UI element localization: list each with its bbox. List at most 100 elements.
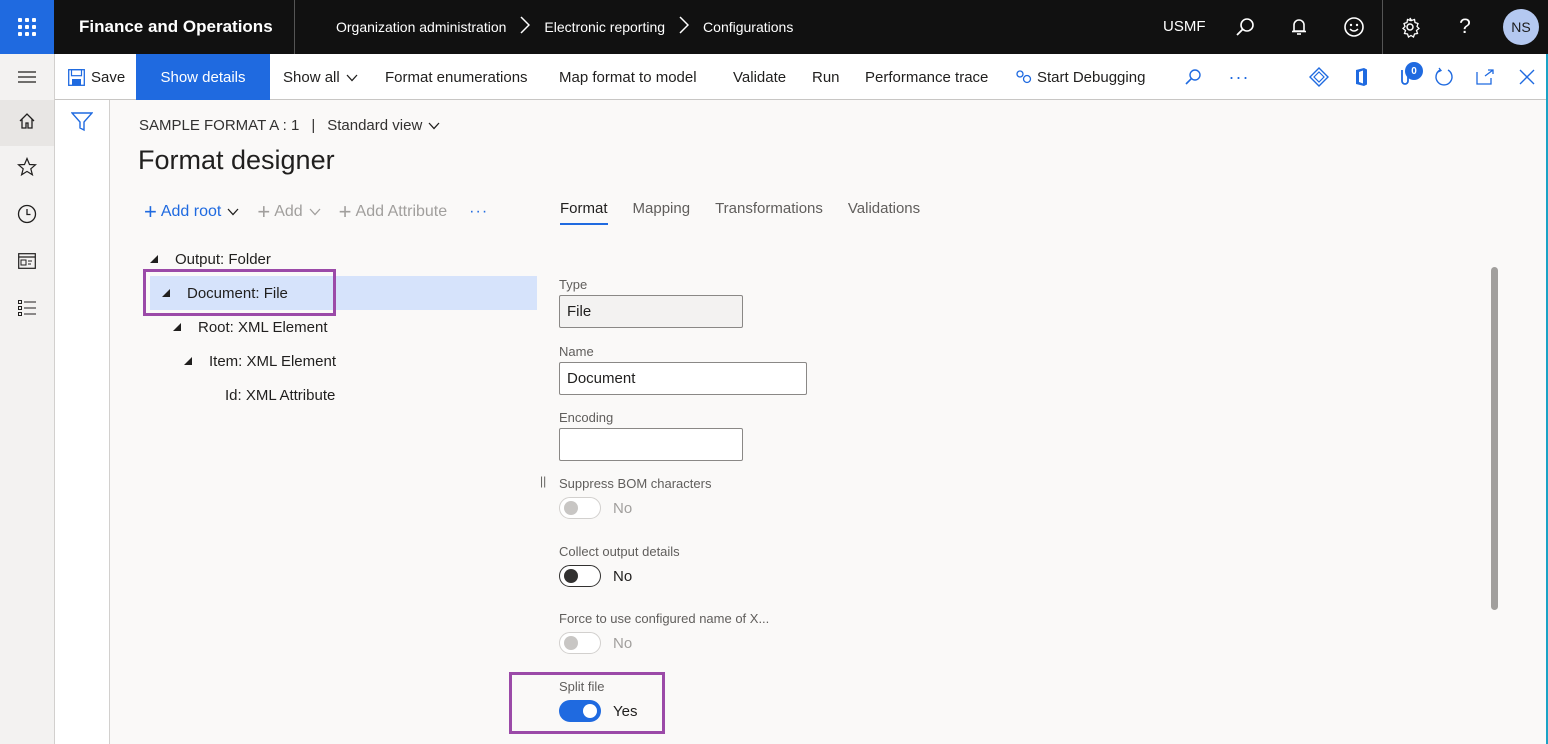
expand-caret-icon[interactable] bbox=[184, 357, 192, 365]
open-in-new-window-icon[interactable] bbox=[1468, 54, 1502, 100]
search-icon[interactable] bbox=[1176, 54, 1210, 100]
type-input[interactable]: File bbox=[559, 295, 743, 328]
start-debugging-button[interactable]: Start Debugging bbox=[1015, 54, 1145, 100]
nav-favorites[interactable] bbox=[0, 146, 54, 192]
nav-modules[interactable] bbox=[0, 287, 54, 333]
plus-icon: + bbox=[144, 199, 157, 224]
chevron-down-icon bbox=[346, 69, 358, 86]
save-button[interactable]: Save bbox=[68, 54, 125, 100]
name-field: Name Document bbox=[559, 344, 807, 395]
tab-transformations[interactable]: Transformations bbox=[715, 200, 823, 225]
collect-output-toggle[interactable] bbox=[559, 565, 601, 587]
detail-tabs: Format Mapping Transformations Validatio… bbox=[560, 200, 945, 225]
clock-icon bbox=[17, 204, 37, 229]
star-icon bbox=[16, 156, 38, 182]
tree-node-label: Document: File bbox=[187, 284, 288, 302]
view-label: Standard view bbox=[327, 117, 423, 134]
add-root-button[interactable]: + Add root bbox=[144, 201, 239, 223]
record-separator: | bbox=[311, 117, 316, 134]
nav-home[interactable] bbox=[0, 100, 54, 146]
tree-node[interactable]: Item: XML Element bbox=[150, 344, 537, 378]
power-apps-icon[interactable] bbox=[1302, 54, 1336, 100]
breadcrumb-item[interactable]: Electronic reporting bbox=[544, 19, 665, 35]
suppress-bom-toggle[interactable] bbox=[559, 497, 601, 519]
app-title[interactable]: Finance and Operations bbox=[79, 0, 273, 54]
validate-button[interactable]: Validate bbox=[733, 54, 786, 100]
company-picker[interactable]: USMF bbox=[1163, 0, 1206, 54]
expand-caret-icon[interactable] bbox=[173, 323, 181, 331]
nav-workspaces[interactable] bbox=[0, 240, 54, 286]
search-icon[interactable] bbox=[1225, 0, 1265, 54]
chevron-down-icon bbox=[428, 117, 440, 134]
add-attribute-label: Add Attribute bbox=[355, 203, 448, 220]
view-selector[interactable]: Standard view bbox=[327, 117, 440, 134]
add-button[interactable]: + Add bbox=[257, 201, 321, 223]
bell-icon[interactable] bbox=[1279, 0, 1319, 54]
vertical-scrollbar[interactable] bbox=[1491, 267, 1498, 610]
tree-toolbar: + Add root + Add + Add Attribute ··· bbox=[144, 200, 506, 224]
performance-trace-button[interactable]: Performance trace bbox=[865, 54, 988, 100]
split-file-toggle[interactable] bbox=[559, 700, 601, 722]
show-all-label: Show all bbox=[283, 68, 340, 86]
run-button[interactable]: Run bbox=[812, 54, 840, 100]
waffle-icon bbox=[18, 18, 36, 36]
avatar[interactable]: NS bbox=[1503, 9, 1539, 45]
chevron-right-icon bbox=[679, 15, 690, 39]
app-launcher-button[interactable] bbox=[0, 0, 54, 54]
nav-recent[interactable] bbox=[0, 193, 54, 239]
smiley-icon[interactable] bbox=[1334, 0, 1374, 54]
help-icon[interactable]: ? bbox=[1445, 0, 1485, 54]
add-attribute-button[interactable]: + Add Attribute bbox=[339, 201, 447, 223]
tree-node[interactable]: Id: XML Attribute bbox=[150, 378, 537, 412]
tree-node[interactable]: Root: XML Element bbox=[150, 310, 537, 344]
tree-node-label: Root: XML Element bbox=[198, 318, 328, 336]
name-input[interactable]: Document bbox=[559, 362, 807, 395]
show-details-button[interactable]: Show details bbox=[136, 54, 270, 100]
tab-validations[interactable]: Validations bbox=[848, 200, 920, 225]
record-header: SAMPLE FORMAT A : 1 | Standard view bbox=[139, 117, 440, 134]
encoding-input[interactable] bbox=[559, 428, 743, 461]
force-name-toggle[interactable] bbox=[559, 632, 601, 654]
chevron-down-icon bbox=[227, 203, 239, 221]
add-label: Add bbox=[274, 203, 303, 220]
add-root-label: Add root bbox=[160, 203, 222, 220]
record-name: SAMPLE FORMAT A : 1 bbox=[139, 117, 300, 134]
breadcrumb: Organization administration Electronic r… bbox=[336, 0, 793, 54]
refresh-icon[interactable] bbox=[1427, 54, 1461, 100]
format-enumerations-button[interactable]: Format enumerations bbox=[385, 54, 528, 100]
filter-pane bbox=[55, 100, 110, 744]
expand-caret-icon[interactable] bbox=[162, 289, 170, 297]
type-field: Type File bbox=[559, 277, 743, 328]
close-icon[interactable] bbox=[1510, 54, 1544, 100]
attachments-count-badge: 0 bbox=[1405, 62, 1423, 80]
more-options-icon[interactable]: ··· bbox=[1222, 54, 1256, 100]
map-format-to-model-button[interactable]: Map format to model bbox=[559, 54, 697, 100]
filter-icon[interactable] bbox=[70, 112, 94, 137]
top-navigation-bar: Finance and Operations Organization admi… bbox=[0, 0, 1548, 54]
gear-icon[interactable] bbox=[1390, 0, 1430, 54]
split-file-field: Split file Yes bbox=[559, 679, 637, 722]
breadcrumb-item[interactable]: Configurations bbox=[703, 19, 793, 35]
hamburger-menu-button[interactable] bbox=[0, 54, 54, 100]
tree-node[interactable]: Output: Folder bbox=[150, 242, 537, 276]
tree-node-label: Id: XML Attribute bbox=[225, 386, 336, 404]
tab-format[interactable]: Format bbox=[560, 200, 608, 225]
splitter-handle[interactable]: || bbox=[540, 474, 546, 488]
attachments-button[interactable]: 0 bbox=[1388, 54, 1423, 100]
type-label: Type bbox=[559, 277, 588, 292]
tab-mapping[interactable]: Mapping bbox=[633, 200, 691, 225]
chevron-down-icon bbox=[309, 203, 321, 221]
divider bbox=[1382, 0, 1383, 54]
tree-node-selected[interactable]: Document: File bbox=[150, 276, 537, 310]
expand-caret-icon[interactable] bbox=[150, 255, 158, 263]
more-options-button[interactable]: ··· bbox=[469, 203, 488, 221]
action-pane: Save Show details Show all Format enumer… bbox=[55, 54, 1548, 100]
force-name-value: No bbox=[613, 634, 633, 652]
encoding-label: Encoding bbox=[559, 410, 614, 425]
home-icon bbox=[18, 112, 36, 135]
show-all-dropdown[interactable]: Show all bbox=[283, 54, 358, 100]
breadcrumb-item[interactable]: Organization administration bbox=[336, 19, 506, 35]
office-icon[interactable] bbox=[1344, 54, 1378, 100]
main-content: SAMPLE FORMAT A : 1 | Standard view Form… bbox=[110, 100, 1548, 744]
page-title: Format designer bbox=[138, 145, 335, 175]
